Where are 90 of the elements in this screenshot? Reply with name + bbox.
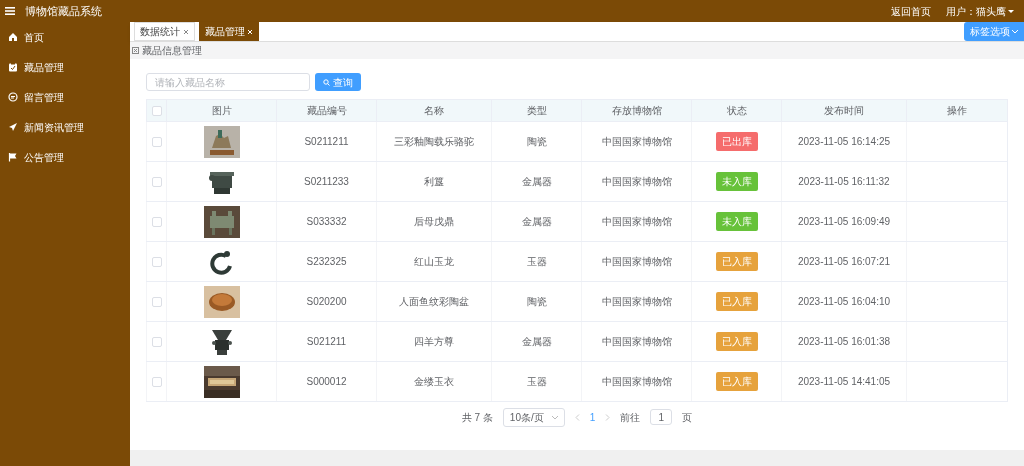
row-checkbox[interactable] (151, 177, 162, 188)
table-cell: S033332 (276, 201, 377, 242)
status-tag: 已入库 (715, 292, 758, 311)
tab[interactable]: 数据统计 (134, 22, 195, 41)
column-header: 存放博物馆 (581, 99, 692, 122)
table-cell: 2023-11-05 16:11:32 (781, 161, 907, 202)
caret-icon (1008, 8, 1014, 14)
row-checkbox[interactable] (151, 217, 162, 228)
column-header: 名称 (376, 99, 492, 122)
flag-icon (8, 152, 18, 162)
search-field[interactable]: 请输入藏品名称 (146, 73, 310, 91)
menu-icon[interactable] (5, 6, 15, 16)
table-cell: 玉器 (491, 361, 582, 402)
table-cell: 金属器 (491, 161, 582, 202)
status-tag: 已入库 (715, 372, 758, 391)
row-checkbox[interactable] (151, 337, 162, 348)
table-cell: S232325 (276, 241, 377, 282)
search-icon (323, 78, 330, 86)
row-checkbox[interactable] (151, 297, 162, 308)
table-cell: 中国国家博物馆 (581, 281, 692, 322)
table-cell: S0211233 (276, 161, 377, 202)
paper-plane-icon (8, 122, 18, 132)
table-cell: 红山玉龙 (376, 241, 492, 282)
column-header: 图片 (166, 99, 277, 122)
table-cell: 2023-11-05 16:01:38 (781, 321, 907, 362)
table-cell: 2023-11-05 16:07:21 (781, 241, 907, 282)
table-cell: S000012 (276, 361, 377, 402)
table-cell: 金属器 (491, 201, 582, 242)
table-cell: 中国国家博物馆 (581, 161, 692, 202)
sidebar-item[interactable]: 藏品管理 (0, 52, 130, 82)
row-checkbox[interactable] (151, 257, 162, 268)
table-cell: 2023-11-05 16:14:25 (781, 121, 907, 162)
table-cell: 四羊方尊 (376, 321, 492, 362)
column-header: 状态 (691, 99, 782, 122)
close-icon (182, 28, 189, 35)
table-cell: 人面鱼纹彩陶盆 (376, 281, 492, 322)
table-cell: 金属器 (491, 321, 582, 362)
close-icon (247, 28, 253, 35)
table-cell: 三彩釉陶载乐骆驼 (376, 121, 492, 162)
page-size-select[interactable]: 10条/页 (502, 407, 565, 427)
clipboard-icon (8, 62, 18, 72)
table-cell: S0211211 (276, 121, 377, 162)
table-cell: 中国国家博物馆 (581, 321, 692, 362)
column-header: 发布时间 (781, 99, 907, 122)
table-cell: 中国国家博物馆 (581, 201, 692, 242)
table-cell: S020200 (276, 281, 377, 322)
tab[interactable]: 藏品管理 (198, 22, 259, 41)
status-tag: 未入库 (715, 172, 758, 191)
caret-icon (551, 414, 558, 420)
table-cell: 陶瓷 (491, 281, 582, 322)
status-tag: 已出库 (715, 132, 758, 151)
column-header: 类型 (491, 99, 582, 122)
status-tag: 已入库 (715, 252, 758, 271)
goto-label: 前往 (620, 410, 641, 425)
table-cell: 2023-11-05 16:09:49 (781, 201, 907, 242)
column-header: 操作 (906, 99, 1008, 122)
table-cell: 玉器 (491, 241, 582, 282)
table-cell: 中国国家博物馆 (581, 241, 692, 282)
breadcrumb-text: 藏品信息管理 (142, 44, 202, 58)
sidebar-item[interactable]: 留言管理 (0, 82, 130, 112)
status-tag: 已入库 (715, 332, 758, 351)
home-link[interactable]: 返回首页 (890, 3, 931, 19)
app-title: 博物馆藏品系统 (25, 3, 102, 19)
sidebar-item[interactable]: 新闻资讯管理 (0, 112, 130, 142)
table-cell: 中国国家博物馆 (581, 361, 692, 402)
home-icon (8, 32, 18, 42)
chat-icon (8, 92, 18, 102)
table-cell: S021211 (276, 321, 377, 362)
column-header: 藏品编号 (276, 99, 377, 122)
total-count: 共 7 条 (461, 410, 493, 425)
table-cell: 利簋 (376, 161, 492, 202)
sidebar-item[interactable]: 公告管理 (0, 142, 130, 172)
page-input[interactable]: 1 (650, 409, 673, 425)
table-cell: 陶瓷 (491, 121, 582, 162)
status-tag: 未入库 (715, 212, 758, 231)
select-all-checkbox[interactable] (151, 106, 162, 117)
previous-icon (574, 413, 580, 421)
caret-icon (1012, 29, 1018, 34)
row-checkbox[interactable] (151, 137, 162, 148)
table-cell: 2023-11-05 16:04:10 (781, 281, 907, 322)
table-cell: 后母戊鼎 (376, 201, 492, 242)
table-cell: 2023-11-05 14:41:05 (781, 361, 907, 402)
user-menu[interactable]: 用户：猫头鹰 (945, 3, 1014, 19)
next-icon (605, 413, 611, 421)
grid-icon (132, 47, 139, 54)
page-unit: 页 (682, 410, 693, 425)
table-cell: 金缕玉衣 (376, 361, 492, 402)
sidebar-item[interactable]: 首页 (0, 22, 130, 52)
table-cell: 中国国家博物馆 (581, 121, 692, 162)
row-checkbox[interactable] (151, 377, 162, 388)
